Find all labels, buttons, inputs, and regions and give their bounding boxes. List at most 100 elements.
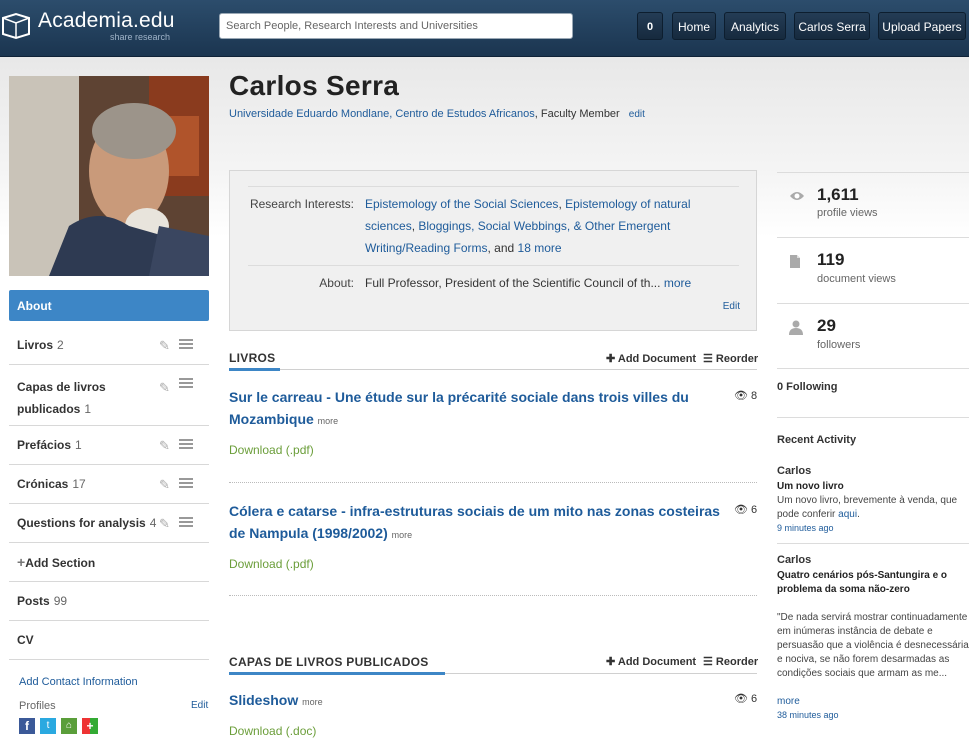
add-document-button[interactable]: ✚ Add Document [606, 655, 696, 668]
paper-title-text: Cólera e catarse - infra-estruturas soci… [229, 503, 720, 541]
pencil-icon[interactable]: ✎ [159, 438, 170, 454]
divider [248, 186, 739, 187]
affiliation-edit-link[interactable]: edit [629, 109, 645, 120]
divider [777, 172, 969, 173]
box-edit-link[interactable]: Edit [723, 301, 740, 312]
pencil-icon[interactable]: ✎ [159, 516, 170, 532]
sidebar-item-cv[interactable]: CV [9, 621, 209, 660]
following-link[interactable]: 0 Following [777, 381, 838, 393]
profile-name: Carlos Serra [229, 70, 400, 101]
affiliation: Universidade Eduardo Mondlane, Centro de… [229, 108, 645, 120]
sidebar-item-posts[interactable]: Posts 99 [9, 582, 209, 621]
paper-more-link[interactable]: more [302, 697, 323, 707]
profile-button[interactable]: Carlos Serra [794, 12, 870, 40]
paper-title[interactable]: Slideshow more [229, 689, 734, 713]
analytics-button[interactable]: Analytics [724, 12, 786, 40]
upload-papers-button[interactable]: Upload Papers [878, 12, 966, 40]
activity-text-content: Um novo livro, brevemente à venda, que p… [777, 495, 958, 520]
divider [777, 368, 969, 369]
sidebar-item-capas[interactable]: Capas de livros publicados 1 ✎ [9, 365, 209, 426]
reorder-icon[interactable] [179, 439, 193, 451]
affiliation-link[interactable]: Universidade Eduardo Mondlane, Centro de… [229, 108, 535, 120]
home-button[interactable]: Home [672, 12, 716, 40]
reorder-icon[interactable] [179, 478, 193, 490]
reorder-button[interactable]: ☰ Reorder [703, 352, 758, 365]
download-link[interactable]: Download (.pdf) [229, 443, 314, 457]
divider [777, 543, 969, 544]
reorder-button[interactable]: ☰ Reorder [703, 655, 758, 668]
about-more-link[interactable]: more [664, 276, 691, 290]
plus-icon: ✚ [606, 656, 618, 668]
divider [248, 265, 739, 266]
views-number: 6 [751, 693, 758, 705]
interest-link[interactable]: Epistemology of the Social Sciences [365, 197, 558, 211]
sidebar-item-cronicas[interactable]: Crónicas 17 ✎ [9, 465, 209, 504]
logo-text: Academia.edu [38, 9, 175, 32]
blogger-icon[interactable]: ⌂ [61, 718, 77, 734]
sidebar-item-label: Livros [17, 338, 54, 352]
interests-more-link[interactable]: 18 more [518, 241, 562, 255]
sidebar-item-questions[interactable]: Questions for analysis 4 ✎ [9, 504, 209, 543]
list-icon: ☰ [703, 353, 716, 365]
google-plus-icon[interactable]: + [82, 718, 98, 734]
profiles-edit-link[interactable]: Edit [191, 700, 208, 711]
about-label: About: [319, 276, 354, 290]
reorder-icon[interactable] [179, 378, 193, 390]
pencil-icon[interactable]: ✎ [159, 377, 170, 399]
plus-icon: ✚ [606, 353, 618, 365]
paper-title[interactable]: Cólera e catarse - infra-estruturas soci… [229, 500, 734, 546]
add-document-label: Add Document [617, 353, 697, 365]
sidebar-item-about[interactable]: About [9, 290, 209, 321]
sidebar-item-count: 2 [57, 338, 64, 352]
plus-icon: + [17, 554, 26, 570]
download-link[interactable]: Download (.doc) [229, 724, 316, 738]
views-number: 8 [751, 390, 758, 402]
activity-time[interactable]: 38 minutes ago [777, 710, 839, 720]
document-views-label: document views [817, 273, 896, 285]
paper-more-link[interactable]: more [392, 530, 413, 540]
download-link[interactable]: Download (.pdf) [229, 557, 314, 571]
activity-title[interactable]: Quatro cenários pós-Santungira e o probl… [777, 569, 967, 597]
section-title-capas: CAPAS DE LIVROS PUBLICADOS [229, 655, 429, 669]
paper-more-link[interactable]: more [318, 416, 339, 426]
profile-photo [9, 76, 209, 276]
add-section-label: Add Section [25, 556, 96, 570]
sidebar-item-count: 1 [84, 402, 92, 416]
avatar[interactable] [9, 76, 209, 276]
about-text: Full Professor, President of the Scienti… [365, 276, 735, 290]
reorder-icon[interactable] [179, 517, 193, 529]
sidebar-item-label: Prefácios [17, 438, 72, 452]
activity-link[interactable]: aqui [838, 509, 857, 520]
add-document-button[interactable]: ✚ Add Document [606, 352, 696, 365]
reorder-icon[interactable] [179, 339, 193, 351]
academia-logo-icon [2, 12, 30, 40]
activity-author[interactable]: Carlos [777, 465, 811, 477]
twitter-icon[interactable]: t [40, 718, 56, 734]
facebook-icon[interactable]: f [19, 718, 35, 734]
sidebar-item-label: Questions for analysis [17, 516, 146, 530]
sidebar-item-livros[interactable]: Livros 2 ✎ [9, 326, 209, 365]
pencil-icon[interactable]: ✎ [159, 338, 170, 354]
views-count: 👁 6 [734, 692, 757, 705]
activity-time[interactable]: 9 minutes ago [777, 523, 834, 533]
add-section-button[interactable]: +Add Section [9, 543, 209, 582]
recent-activity-heading: Recent Activity [777, 434, 857, 446]
search-input[interactable] [219, 13, 573, 39]
sidebar-item-prefacios[interactable]: Prefácios 1 ✎ [9, 426, 209, 465]
position: , Faculty Member [534, 108, 620, 120]
eye-icon: 👁 [734, 504, 748, 516]
notifications-count-button[interactable]: 0 [637, 12, 663, 40]
activity-more-link[interactable]: more [777, 696, 800, 707]
paper-title[interactable]: Sur le carreau - Une étude sur la précar… [229, 386, 734, 432]
academia-logo[interactable]: Academia.edu share research [0, 4, 180, 48]
section-underline [229, 672, 445, 675]
activity-title[interactable]: Um novo livro [777, 480, 967, 494]
pencil-icon[interactable]: ✎ [159, 477, 170, 493]
activity-author[interactable]: Carlos [777, 554, 811, 566]
views-count: 👁 8 [734, 389, 757, 402]
sidebar-item-label: Posts [17, 594, 50, 608]
sidebar-item-label: Capas de livros publicados [17, 380, 106, 416]
add-contact-info-link[interactable]: Add Contact Information [19, 676, 138, 688]
divider [777, 303, 969, 304]
list-icon: ☰ [703, 656, 716, 668]
